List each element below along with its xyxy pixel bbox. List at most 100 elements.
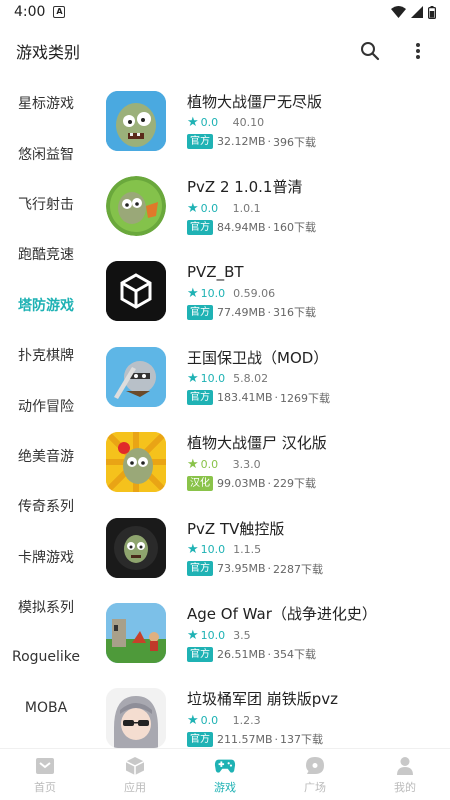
category-item[interactable]: 飞行射击	[0, 179, 92, 229]
separator-dot: ·	[274, 391, 279, 405]
category-label: MOBA	[24, 699, 68, 716]
knight-icon	[106, 346, 166, 407]
game-rating: 10.0	[200, 543, 226, 557]
source-badge: 官方	[187, 731, 213, 747]
game-version: 0.59.06	[233, 286, 276, 300]
game-downloads: 1269下载	[280, 391, 331, 405]
category-item[interactable]: 跑酷竞速	[0, 229, 92, 279]
category-label: 跑酷竞速	[18, 247, 74, 264]
category-item[interactable]: MOBA	[0, 683, 92, 733]
meta-row: 官方 183.41MB · 1269下载	[187, 390, 330, 406]
rating-row: ★ 10.0 5.8.02	[187, 371, 330, 387]
status-right	[391, 5, 436, 19]
search-icon	[361, 42, 380, 61]
category-label: 模拟系列	[18, 600, 74, 617]
game-downloads: 396下载	[273, 135, 317, 149]
game-info: 垃圾桶军团 崩铁版pvz ★ 0.0 1.2.3 官方 211.57MB · 1…	[187, 689, 338, 747]
zombie-icon	[106, 517, 166, 578]
gamepad-icon	[214, 755, 236, 777]
game-size: 99.03MB	[217, 476, 266, 490]
home-icon	[34, 755, 56, 777]
source-badge: 官方	[187, 390, 213, 406]
category-item[interactable]: 模拟系列	[0, 582, 92, 632]
category-item[interactable]: 传奇系列	[0, 481, 92, 531]
game-rating: 10.0	[200, 372, 226, 386]
game-rating: 10.0	[200, 286, 226, 300]
game-version: 1.1.5	[233, 543, 262, 557]
star-icon: ★	[187, 200, 199, 216]
more-options-button[interactable]	[400, 33, 436, 69]
category-item-active[interactable]: 塔防游戏	[0, 280, 92, 330]
battery-icon	[428, 5, 436, 19]
game-size: 84.94MB	[217, 220, 266, 234]
game-list-item[interactable]: PvZ TV触控版 ★ 10.0 1.1.5 官方 73.95MB · 2287…	[92, 505, 450, 590]
separator-dot: ·	[274, 732, 279, 746]
tab-home[interactable]: 首页	[0, 749, 90, 800]
source-badge: 官方	[187, 304, 213, 320]
game-list-item[interactable]: Age Of War（战争进化史） ★ 10.0 3.5 官方 26.51MB …	[92, 590, 450, 675]
game-downloads: 137下载	[280, 733, 324, 747]
category-label: 塔防游戏	[18, 297, 74, 314]
rating-row: ★ 10.0 1.1.5	[187, 542, 323, 558]
rating-row: ★ 0.0 40.10	[187, 115, 322, 131]
wifi-icon	[391, 6, 406, 18]
tab-label: 游戏	[214, 780, 236, 794]
game-info: 王国保卫战（MOD） ★ 10.0 5.8.02 官方 183.41MB · 1…	[187, 348, 330, 406]
category-item[interactable]: 星标游戏	[0, 78, 92, 128]
rating-row: ★ 0.0 1.2.3	[187, 712, 338, 728]
status-bar: 4:00 A	[0, 0, 450, 24]
game-info: 植物大战僵尸 汉化版 ★ 0.0 3.3.0 汉化 99.03MB · 229下…	[187, 433, 327, 491]
game-list-item[interactable]: 王国保卫战（MOD） ★ 10.0 5.8.02 官方 183.41MB · 1…	[92, 334, 450, 419]
source-badge: 官方	[187, 219, 213, 235]
category-item[interactable]: 动作冒险	[0, 380, 92, 430]
tab-games[interactable]: 游戏	[180, 749, 270, 800]
separator-dot: ·	[267, 476, 272, 490]
meta-row: 汉化 99.03MB · 229下载	[187, 475, 327, 491]
anime-girl-icon	[106, 688, 166, 748]
game-rating: 0.0	[200, 201, 219, 215]
game-info: 植物大战僵尸无尽版 ★ 0.0 40.10 官方 32.12MB · 396下载	[187, 92, 322, 150]
category-item[interactable]: 绝美音游	[0, 431, 92, 481]
unity-icon	[106, 261, 166, 322]
source-badge: 官方	[187, 646, 213, 662]
separator-dot: ·	[267, 135, 272, 149]
tab-square[interactable]: 广场	[270, 749, 360, 800]
bottom-tab-bar: 首页 应用 游戏 广场 我的	[0, 748, 450, 800]
rating-row: ★ 0.0 1.0.1	[187, 200, 316, 216]
game-list-item[interactable]: 植物大战僵尸无尽版 ★ 0.0 40.10 官方 32.12MB · 396下载	[92, 78, 450, 163]
notification-app-icon: A	[53, 6, 66, 18]
status-left: 4:00 A	[14, 4, 66, 20]
game-size: 77.49MB	[217, 305, 266, 319]
tab-label: 首页	[34, 780, 56, 794]
person-icon	[394, 755, 416, 777]
game-name: 王国保卫战（MOD）	[187, 348, 329, 367]
game-rating: 0.0	[200, 713, 219, 727]
game-rating: 0.0	[200, 116, 219, 130]
category-item[interactable]: Roguelike	[0, 632, 92, 682]
tab-apps[interactable]: 应用	[90, 749, 180, 800]
category-item[interactable]: 扑克棋牌	[0, 330, 92, 380]
category-item[interactable]: 卡牌游戏	[0, 532, 92, 582]
separator-dot: ·	[267, 562, 272, 576]
meta-row: 官方 73.95MB · 2287下载	[187, 561, 323, 577]
category-label: 悠闲益智	[18, 146, 74, 163]
game-downloads: 160下载	[273, 221, 317, 235]
status-time: 4:00	[14, 4, 46, 20]
meta-row: 官方 84.94MB · 160下载	[187, 219, 316, 235]
search-button[interactable]	[352, 33, 388, 69]
game-list-item[interactable]: PVZ_BT ★ 10.0 0.59.06 官方 77.49MB · 316下载	[92, 249, 450, 334]
tab-me[interactable]: 我的	[360, 749, 450, 800]
game-list-item[interactable]: PvZ 2 1.0.1普清 ★ 0.0 1.0.1 官方 84.94MB · 1…	[92, 163, 450, 248]
game-info: Age Of War（战争进化史） ★ 10.0 3.5 官方 26.51MB …	[187, 604, 377, 662]
battle-icon	[106, 603, 166, 664]
game-list-item[interactable]: 垃圾桶军团 崩铁版pvz ★ 0.0 1.2.3 官方 211.57MB · 1…	[92, 676, 450, 748]
box-icon	[124, 755, 146, 777]
game-downloads: 2287下载	[273, 562, 324, 576]
game-downloads: 354下载	[273, 648, 317, 662]
game-size: 32.12MB	[217, 135, 266, 149]
category-sidebar: 星标游戏 悠闲益智 飞行射击 跑酷竞速 塔防游戏 扑克棋牌 动作冒险 绝美音游 …	[0, 78, 92, 750]
game-list-item[interactable]: 植物大战僵尸 汉化版 ★ 0.0 3.3.0 汉化 99.03MB · 229下…	[92, 420, 450, 505]
category-label: Roguelike	[11, 649, 81, 666]
game-list: 植物大战僵尸无尽版 ★ 0.0 40.10 官方 32.12MB · 396下载…	[92, 78, 450, 748]
category-item[interactable]: 悠闲益智	[0, 128, 92, 178]
